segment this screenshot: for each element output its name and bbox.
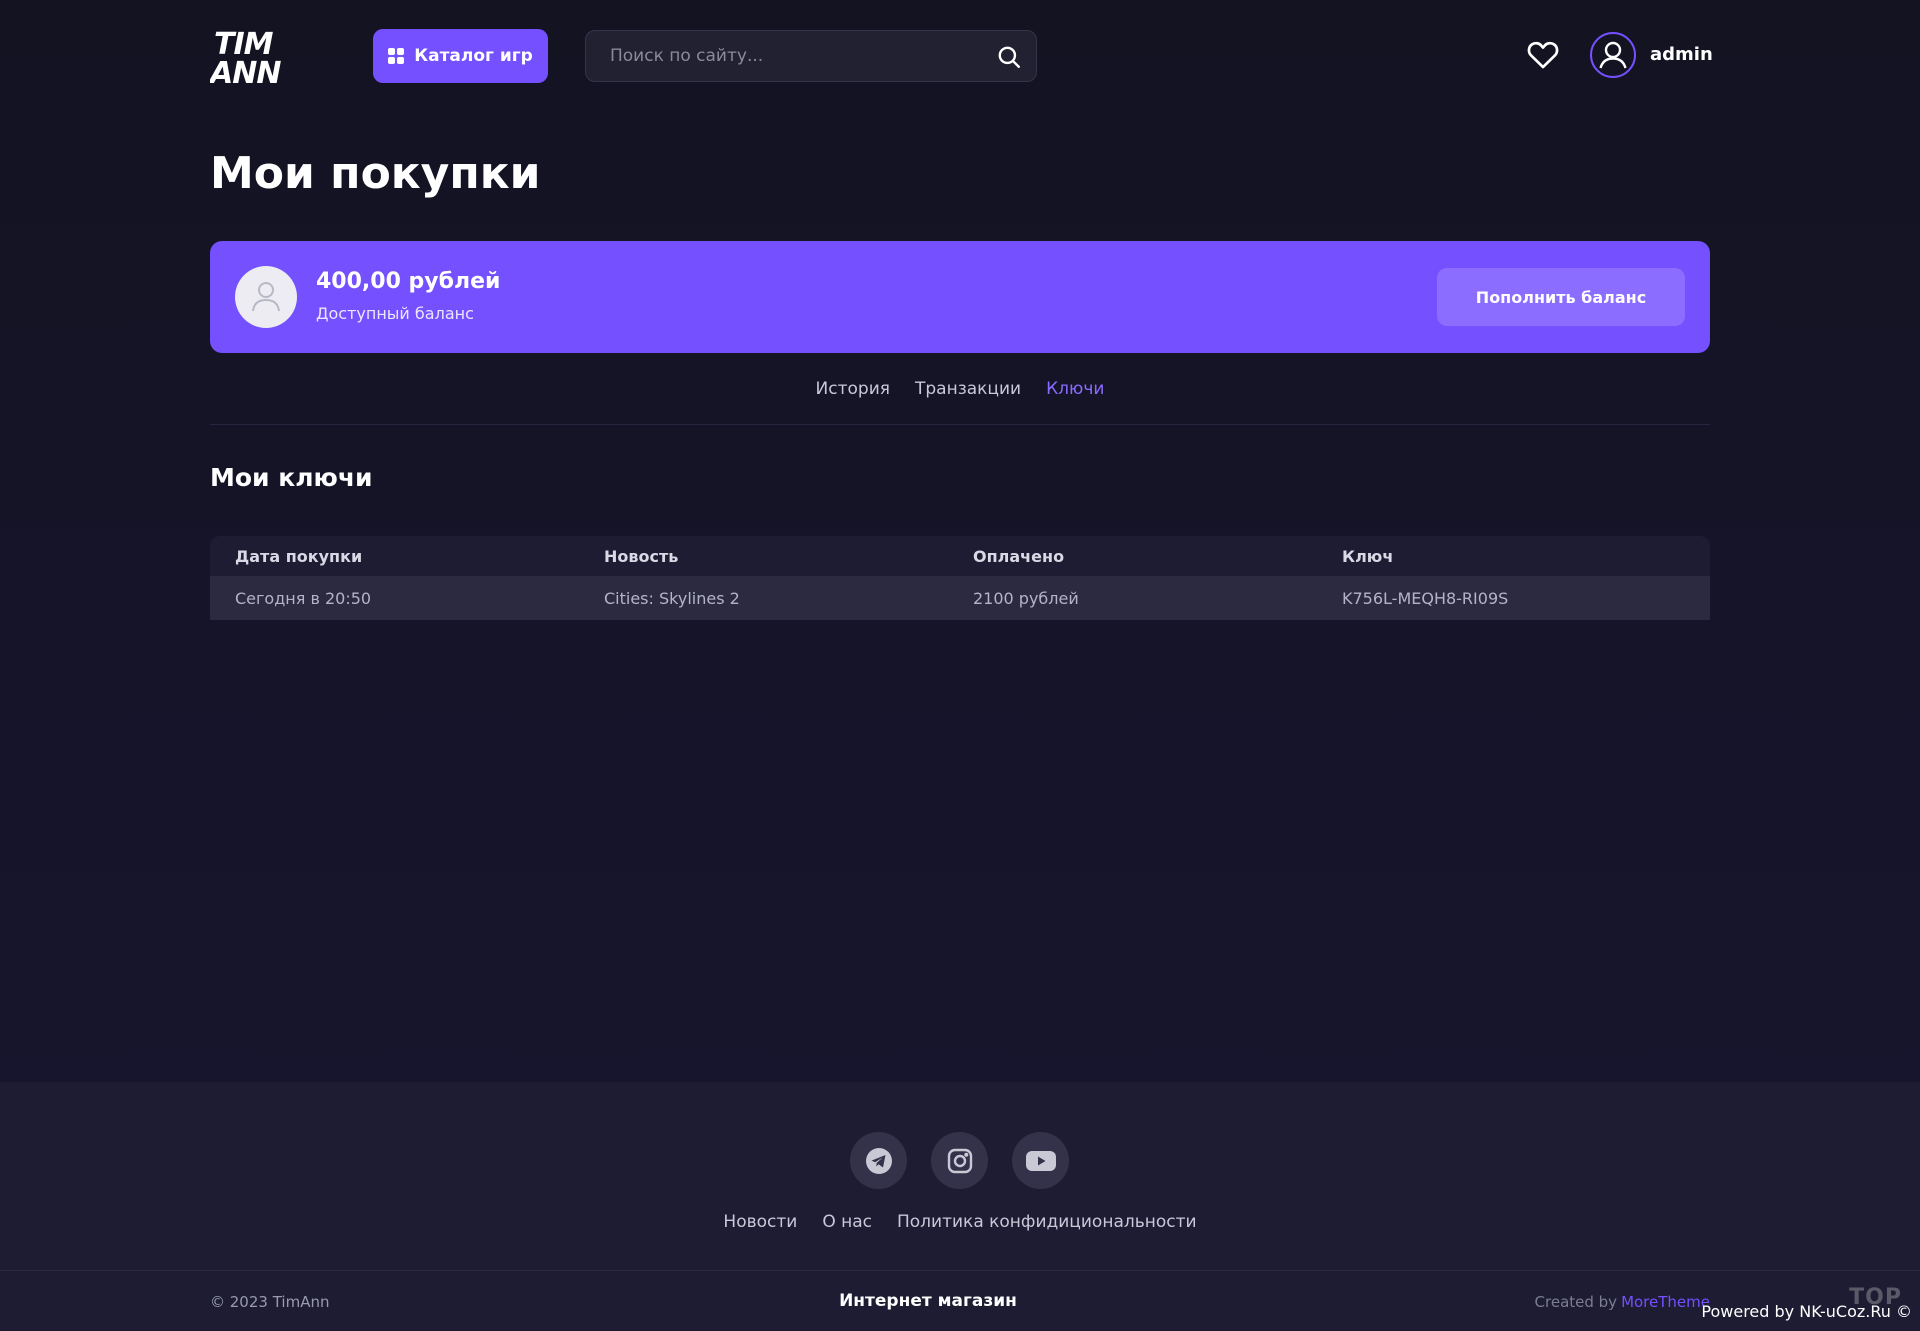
footer-link-about[interactable]: О нас (822, 1212, 872, 1232)
purchase-tabs: История Транзакции Ключи (210, 375, 1710, 425)
heart-icon[interactable] (1525, 38, 1561, 72)
search-input[interactable] (586, 31, 1036, 81)
section-title: Мои ключи (210, 463, 373, 492)
table-header-row: Дата покупки Новость Оплачено Ключ (210, 536, 1710, 576)
footer-bottom-bar: © 2023 TimAnn Интернет магазин Created b… (0, 1270, 1920, 1331)
page-title: Мои покупки (210, 148, 541, 199)
column-header-date: Дата покупки (235, 546, 363, 566)
search-box (585, 30, 1037, 82)
user-icon (252, 282, 280, 312)
telegram-button[interactable] (850, 1132, 907, 1189)
catalog-button[interactable]: Каталог игр (373, 29, 548, 83)
footer: Новости О нас Политика конфидициональнос… (0, 1082, 1920, 1331)
table-row: Сегодня в 20:50 Cities: Skylines 2 2100 … (210, 576, 1710, 620)
tab-history[interactable]: История (816, 375, 890, 424)
telegram-icon (865, 1147, 892, 1174)
balance-avatar (235, 266, 297, 328)
column-header-paid: Оплачено (973, 546, 1065, 566)
purchase-amount: 2100 рублей (973, 588, 1079, 608)
balance-card: 400,00 рублей Доступный баланс Пополнить… (210, 241, 1710, 353)
purchase-date: Сегодня в 20:50 (235, 588, 372, 608)
footer-link-privacy[interactable]: Политика конфидициональности (897, 1212, 1197, 1232)
created-by-label: Created by (1534, 1293, 1618, 1311)
keys-table: Дата покупки Новость Оплачено Ключ Сегод… (210, 536, 1710, 620)
catalog-button-label: Каталог игр (414, 46, 533, 66)
footer-links: Новости О нас Политика конфидициональнос… (0, 1212, 1920, 1232)
user-avatar[interactable] (1590, 32, 1636, 78)
youtube-button[interactable] (1012, 1132, 1069, 1189)
username[interactable]: admin (1650, 44, 1713, 65)
site-logo[interactable]: TIM ANN (210, 26, 300, 86)
tab-transactions[interactable]: Транзакции (915, 375, 1021, 424)
search-icon[interactable] (996, 44, 1022, 70)
youtube-icon (1025, 1150, 1056, 1171)
svg-text:ANN: ANN (210, 56, 281, 86)
tab-keys[interactable]: Ключи (1046, 375, 1104, 424)
balance-amount: 400,00 рублей (316, 269, 501, 294)
user-icon (1599, 41, 1627, 69)
purchase-item[interactable]: Cities: Skylines 2 (579, 589, 948, 608)
grid-icon (388, 48, 405, 64)
powered-by[interactable]: Powered by NK-uCoz.Ru © (1701, 1302, 1912, 1321)
header: TIM ANN Каталог игр admin (210, 26, 1713, 86)
balance-label: Доступный баланс (316, 304, 474, 323)
purchase-key[interactable]: K756L-MEQH8-RI09S (1317, 589, 1686, 608)
column-header-item: Новость (604, 546, 679, 566)
column-header-key: Ключ (1342, 546, 1394, 566)
created-by: Created by MoreTheme (1535, 1293, 1710, 1311)
social-links (850, 1132, 1069, 1189)
instagram-button[interactable] (931, 1132, 988, 1189)
created-by-brand-link[interactable]: MoreTheme (1621, 1293, 1710, 1311)
instagram-icon (947, 1148, 972, 1173)
footer-link-news[interactable]: Новости (723, 1212, 797, 1232)
topup-balance-button[interactable]: Пополнить баланс (1437, 268, 1685, 326)
